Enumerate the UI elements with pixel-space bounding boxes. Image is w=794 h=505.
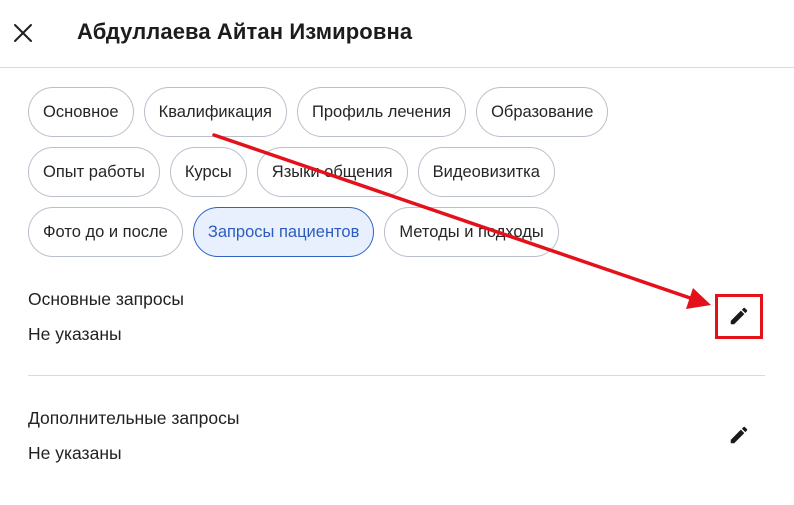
close-icon — [14, 24, 32, 42]
tab-kursy[interactable]: Курсы — [169, 147, 247, 197]
additional-requests-label: Дополнительные запросы — [28, 408, 240, 428]
main-requests-value: Не указаны — [28, 324, 122, 344]
additional-requests-value: Не указаны — [28, 443, 122, 463]
tab-osnovnoe[interactable]: Основное — [28, 87, 134, 137]
section-divider — [28, 375, 765, 376]
tab-kvalifikaciya[interactable]: Квалификация — [143, 87, 287, 137]
tab-obrazovanie[interactable]: Образование — [476, 87, 609, 137]
tab-yazyki-obshcheniya[interactable]: Языки общения — [256, 147, 408, 197]
tab-row: Основное Квалификация Профиль лечения Об… — [28, 87, 768, 137]
page-title: Абдуллаева Айтан Измировна — [77, 19, 413, 44]
tab-zaprosy-pacientov[interactable]: Запросы пациентов — [192, 207, 375, 257]
tab-metody-i-podkhody[interactable]: Методы и подходы — [384, 207, 559, 257]
tab-profil-lecheniya[interactable]: Профиль лечения — [296, 87, 467, 137]
tab-videovizitka[interactable]: Видеовизитка — [417, 147, 555, 197]
edit-additional-requests-button[interactable] — [727, 423, 751, 447]
main-requests-section: Основные запросы Не указаны — [28, 289, 765, 345]
section-tabs: Основное Квалификация Профиль лечения Об… — [28, 87, 768, 267]
close-button[interactable] — [8, 14, 38, 52]
additional-requests-section: Дополнительные запросы Не указаны — [28, 408, 765, 464]
annotation-highlight-box — [715, 294, 763, 339]
patient-requests-page: Абдуллаева Айтан Измировна Основное Квал… — [0, 0, 794, 505]
header: Абдуллаева Айтан Измировна — [0, 0, 794, 68]
tab-row: Опыт работы Курсы Языки общения Видеовиз… — [28, 147, 768, 197]
tab-foto-do-i-posle[interactable]: Фото до и после — [28, 207, 183, 257]
pencil-icon — [730, 426, 748, 444]
tab-row: Фото до и после Запросы пациентов Методы… — [28, 207, 768, 257]
tab-opyt-raboty[interactable]: Опыт работы — [28, 147, 160, 197]
main-requests-label: Основные запросы — [28, 289, 184, 309]
